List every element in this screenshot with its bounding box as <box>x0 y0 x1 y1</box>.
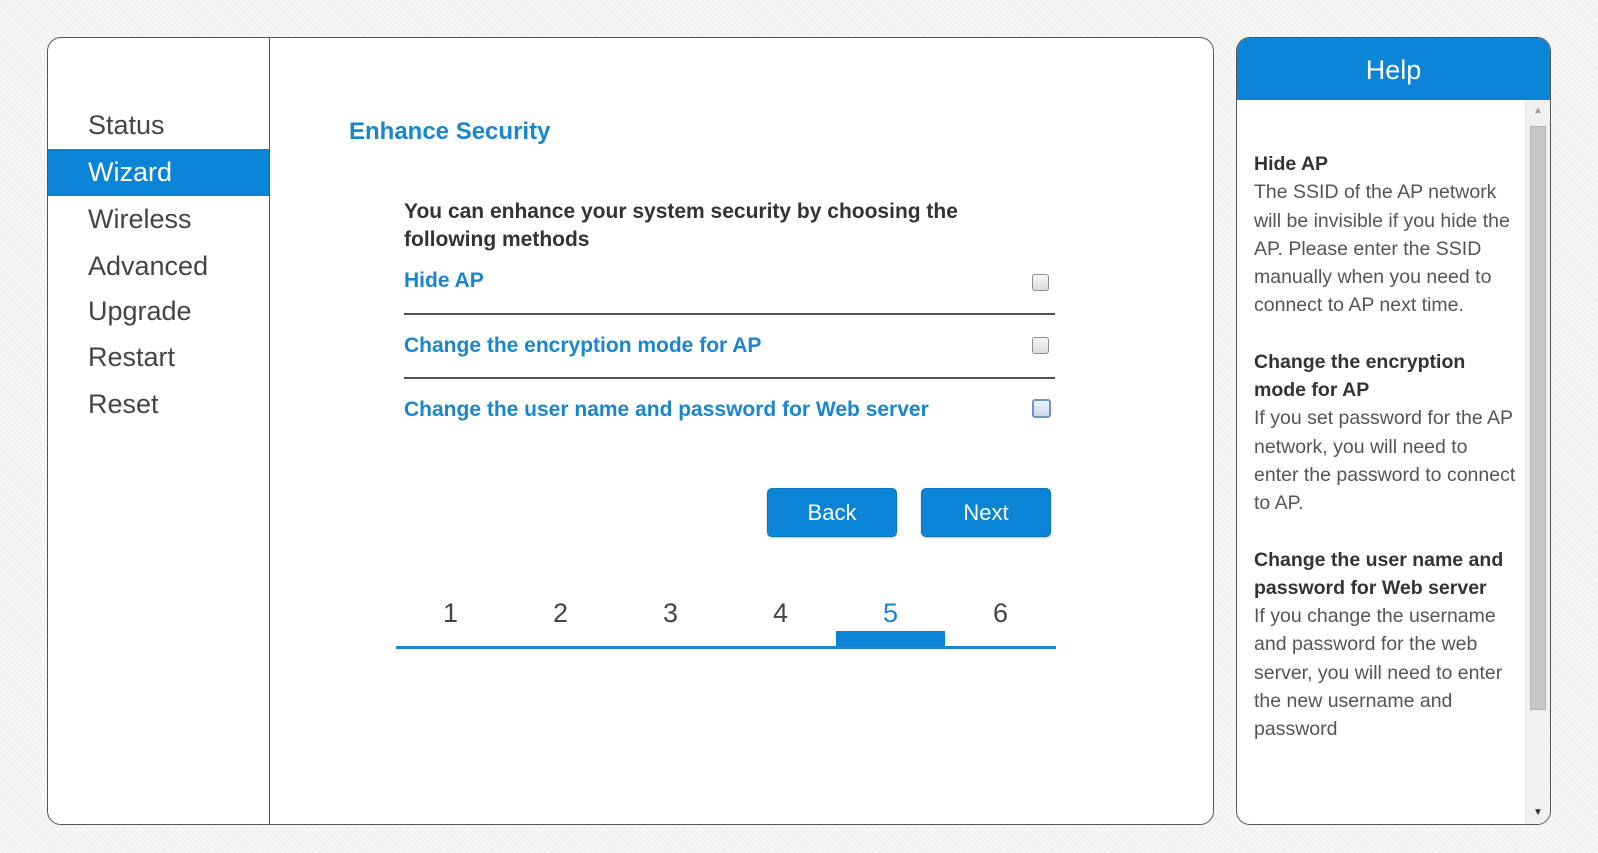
scroll-up-icon[interactable]: ▲ <box>1526 100 1550 122</box>
step-5[interactable]: 5 <box>836 598 945 629</box>
sidebar-item-restart[interactable]: Restart <box>48 334 269 381</box>
step-4[interactable]: 4 <box>726 598 835 629</box>
help-panel: Help Hide AP The SSID of the AP network … <box>1236 37 1551 825</box>
back-button[interactable]: Back <box>767 488 897 537</box>
step-3[interactable]: 3 <box>616 598 725 629</box>
option-label-credentials: Change the user name and password for We… <box>404 398 929 421</box>
encryption-checkbox[interactable] <box>1032 337 1049 354</box>
help-body: Hide AP The SSID of the AP network will … <box>1237 100 1525 824</box>
help-text-hide-ap: The SSID of the AP network will be invis… <box>1254 181 1510 317</box>
step-6[interactable]: 6 <box>946 598 1055 629</box>
step-2[interactable]: 2 <box>506 598 615 629</box>
sidebar-item-advanced[interactable]: Advanced <box>48 243 269 290</box>
sidebar-item-wireless[interactable]: Wireless <box>48 196 269 243</box>
sidebar-item-upgrade[interactable]: Upgrade <box>48 288 269 335</box>
help-heading-hide-ap: Hide AP <box>1254 153 1329 175</box>
help-scrollbar[interactable]: ▲ ▼ <box>1525 100 1550 824</box>
help-text-encryption: If you set password for the AP network, … <box>1254 407 1516 515</box>
option-label-hide-ap: Hide AP <box>404 269 484 292</box>
help-text-credentials: If you change the username and password … <box>1254 605 1503 741</box>
option-label-encryption: Change the encryption mode for AP <box>404 334 762 357</box>
help-title: Help <box>1237 38 1550 100</box>
option-hide-ap: Hide AP <box>404 250 1055 315</box>
scroll-down-icon[interactable]: ▼ <box>1526 802 1550 824</box>
step-indicator: 1 2 3 4 5 6 <box>396 598 1056 650</box>
help-heading-encryption: Change the encryption mode for AP <box>1254 350 1466 402</box>
sidebar-item-wizard[interactable]: Wizard <box>48 149 269 196</box>
step-1[interactable]: 1 <box>396 598 505 629</box>
intro-text: You can enhance your system security by … <box>404 200 958 251</box>
option-credentials: Change the user name and password for We… <box>404 379 1055 443</box>
scroll-thumb[interactable] <box>1530 126 1546 710</box>
option-encryption: Change the encryption mode for AP <box>404 315 1055 379</box>
wizard-content: Enhance Security You can enhance your sy… <box>270 38 1213 824</box>
credentials-checkbox[interactable] <box>1032 399 1051 418</box>
next-button[interactable]: Next <box>921 488 1051 537</box>
sidebar-item-status[interactable]: Status <box>48 102 269 149</box>
sidebar-item-reset[interactable]: Reset <box>48 381 269 428</box>
page: Status Wizard Wireless Advanced Upgrade … <box>0 0 1598 853</box>
step-track <box>396 646 1056 649</box>
main-panel: Status Wizard Wireless Advanced Upgrade … <box>47 37 1214 825</box>
page-title: Enhance Security <box>349 118 551 145</box>
help-heading-credentials: Change the user name and password for We… <box>1254 548 1504 599</box>
current-step-marker <box>836 631 945 647</box>
help-text: Hide AP The SSID of the AP network will … <box>1254 150 1516 772</box>
sidebar-nav: Status Wizard Wireless Advanced Upgrade … <box>48 38 270 824</box>
hide-ap-checkbox[interactable] <box>1032 274 1049 291</box>
